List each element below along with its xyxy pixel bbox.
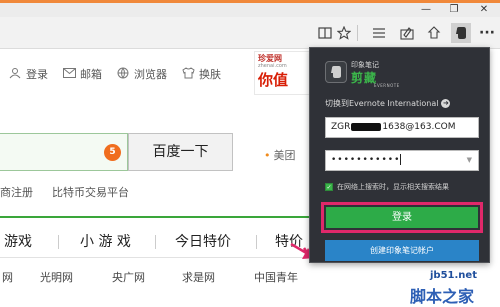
watermark-url: jb51.net [430, 270, 477, 281]
switch-international-link[interactable]: 切换到Evernote International ➜ [325, 98, 451, 109]
watermark-title: 脚本之家 [410, 287, 475, 306]
bullet-icon: • [264, 149, 271, 162]
nav-browser[interactable]: 浏览器 [116, 66, 167, 82]
password-field[interactable]: ••••••••••• ▼ [325, 150, 479, 171]
user-icon [8, 67, 22, 81]
share-icon[interactable] [424, 23, 444, 43]
side-link-label: 美团 [273, 149, 296, 162]
nav-mail-label: 邮箱 [80, 68, 102, 81]
hub-icon[interactable] [369, 23, 389, 43]
nav-browser-label: 浏览器 [134, 68, 167, 81]
hot-links: 商注册 比特币交易平台 [0, 184, 148, 200]
evernote-logo-icon [325, 61, 347, 83]
hot-link[interactable]: 商注册 [0, 184, 33, 200]
mail-icon [62, 67, 76, 81]
minimize-button[interactable]: — [412, 3, 440, 17]
nav-login[interactable]: 登录 [8, 66, 48, 82]
ad-headline: 你值 [258, 71, 289, 89]
email-prefix: ZGR [331, 122, 351, 132]
category-separator [256, 235, 257, 249]
redaction-mark [351, 122, 382, 131]
nav-login-label: 登录 [26, 68, 48, 81]
site-link[interactable]: 中国青年 [254, 269, 298, 285]
top-navigation: 登录 邮箱 浏览器 换肤 [0, 57, 227, 91]
checkbox-checked-icon[interactable]: ✓ [325, 183, 333, 191]
search-badge: 5 [104, 144, 121, 161]
close-window-button[interactable]: ✕ [470, 3, 498, 17]
site-link[interactable]: 央广网 [112, 269, 145, 285]
nav-skin-label: 换肤 [199, 68, 221, 81]
text-caret [400, 154, 402, 165]
category-separator [58, 235, 59, 249]
checkbox-label: 在网络上搜索时，显示相关搜索结果 [337, 183, 449, 191]
brand-wordmark: EVERNOTE [374, 83, 400, 88]
category-tab[interactable]: 今日特价 [175, 231, 231, 251]
site-link[interactable]: 网 [2, 269, 13, 285]
web-note-icon[interactable] [397, 23, 417, 43]
favorite-star-icon[interactable] [334, 23, 354, 43]
hot-link[interactable]: 比特币交易平台 [52, 184, 129, 200]
ad-banner[interactable]: 珍爱网 zhenai.com 你值 [254, 51, 310, 95]
category-separator [155, 235, 156, 249]
arrow-right-icon: ➜ [441, 99, 451, 108]
section-divider [0, 216, 310, 218]
site-link[interactable]: 求是网 [182, 269, 215, 285]
search-button[interactable]: 百度一下 [128, 133, 233, 171]
side-link[interactable]: • 美团 [264, 147, 296, 163]
switch-link-label: 切换到Evernote International [325, 99, 439, 108]
category-tab[interactable]: 小 游 戏 [80, 231, 131, 251]
browser-toolbar: ··· [0, 17, 500, 49]
category-bar: 游戏 小 游 戏 今日特价 特价 [0, 231, 310, 253]
reading-view-icon[interactable] [315, 23, 335, 43]
row-divider [0, 257, 310, 258]
maximize-button[interactable]: ❐ [440, 3, 468, 17]
password-mask: ••••••••••• [331, 155, 401, 165]
site-watermark: jb51.net 脚本之家 [410, 270, 498, 306]
dropdown-icon[interactable]: ▼ [467, 151, 473, 170]
more-icon[interactable]: ··· [477, 23, 497, 43]
title-bar: — ❐ ✕ [0, 0, 500, 17]
search-results-option[interactable]: ✓ 在网络上搜索时，显示相关搜索结果 [325, 182, 449, 192]
site-link[interactable]: 光明网 [40, 269, 73, 285]
category-tab[interactable]: 游戏 [4, 231, 32, 251]
skin-icon [181, 67, 195, 81]
email-field[interactable]: ZGR 1638@163.COM [325, 117, 479, 138]
nav-skin[interactable]: 换肤 [181, 66, 221, 82]
evernote-clipper-popup: 印象笔记 剪藏 EVERNOTE 切换到Evernote Internation… [309, 47, 490, 263]
evernote-extension-icon[interactable] [451, 23, 471, 43]
toolbar-divider [357, 25, 358, 41]
browser-icon [116, 67, 130, 81]
create-account-button[interactable]: 创建印象笔记帐户 [325, 240, 479, 261]
login-button[interactable]: 登录 [326, 207, 478, 228]
nav-mail[interactable]: 邮箱 [62, 66, 102, 82]
email-suffix: 1638@163.COM [382, 122, 456, 132]
